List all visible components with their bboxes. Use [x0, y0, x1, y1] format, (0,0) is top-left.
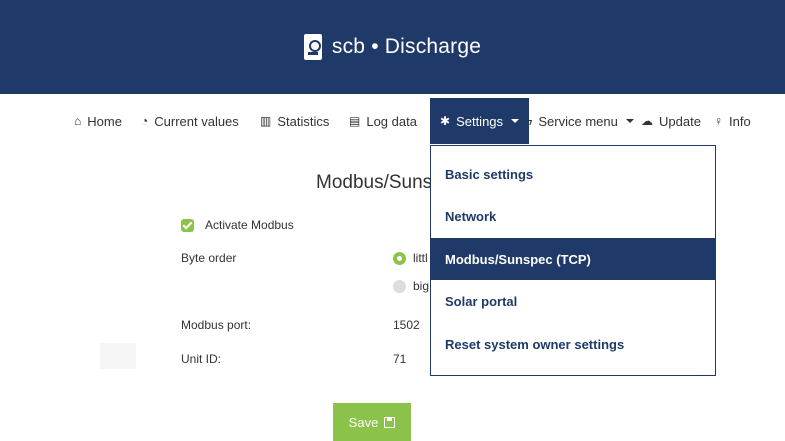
nav-log-data-label: Log data	[366, 113, 417, 129]
unit-id-value[interactable]: 71	[393, 352, 406, 366]
chevron-down-icon	[625, 119, 634, 123]
modbus-port-value[interactable]: 1502	[393, 318, 420, 332]
byte-order-label: Byte order	[181, 251, 237, 265]
byte-order-little-label: littl	[413, 251, 428, 265]
nav-settings[interactable]: ✱ Settings	[430, 98, 530, 144]
nav-service-menu-label: Service menu	[538, 113, 618, 129]
save-button[interactable]: Save	[333, 403, 411, 441]
nav-home-label: Home	[87, 113, 122, 129]
header-title-wrap: scb • Discharge	[0, 0, 785, 94]
app-title: scb • Discharge	[331, 35, 482, 58]
nav-update[interactable]: ☁ Update	[641, 98, 701, 144]
byte-order-big-radio[interactable]	[393, 280, 406, 293]
settings-dropdown-menu: Basic settings Network Modbus/Sunspec (T…	[430, 145, 716, 376]
nav-current-values[interactable]: ◔ Current values	[141, 98, 239, 144]
nav-info[interactable]: ♀ Info	[714, 98, 751, 144]
chevron-down-icon	[511, 119, 520, 123]
nav-statistics[interactable]: ▥ Statistics	[260, 98, 329, 144]
unit-id-label: Unit ID:	[181, 352, 222, 366]
app-header: scb • Discharge	[0, 0, 785, 94]
nav-home[interactable]: ⌂ Home	[74, 98, 122, 144]
page-title: Modbus/Suns	[316, 172, 433, 193]
activate-modbus-checkbox[interactable]	[181, 219, 194, 232]
menu-item-solar-portal[interactable]: Solar portal	[431, 280, 715, 322]
document-icon: ▤	[349, 114, 361, 128]
byte-order-little-radio[interactable]	[393, 252, 406, 265]
save-button-label: Save	[348, 414, 379, 430]
modbus-port-label: Modbus port:	[181, 318, 252, 332]
menu-item-network[interactable]: Network	[431, 195, 715, 237]
nav-update-label: Update	[659, 113, 701, 129]
activate-modbus-label: Activate Modbus	[205, 218, 294, 232]
nav-current-values-label: Current values	[154, 113, 239, 129]
bar-chart-icon: ▥	[260, 114, 272, 128]
dashboard-icon: ◔	[141, 114, 149, 128]
cloud-upload-icon: ☁	[641, 114, 653, 128]
menu-item-basic-settings[interactable]: Basic settings	[431, 153, 715, 195]
device-icon	[303, 34, 322, 60]
nav-log-data[interactable]: ▤ Log data	[349, 98, 417, 144]
lightbulb-icon: ♀	[714, 114, 723, 128]
bolt-icon: ϟ	[526, 114, 533, 128]
menu-item-reset-owner-settings[interactable]: Reset system owner settings	[431, 323, 715, 365]
floppy-disk-icon	[384, 416, 396, 428]
placeholder-box	[100, 343, 136, 369]
menu-item-modbus-sunspec[interactable]: Modbus/Sunspec (TCP)	[431, 238, 715, 280]
nav-settings-label: Settings	[456, 113, 504, 129]
nav-info-label: Info	[729, 113, 751, 129]
gear-icon: ✱	[440, 114, 451, 128]
nav-statistics-label: Statistics	[277, 113, 330, 129]
home-icon: ⌂	[74, 114, 82, 128]
nav-service-menu[interactable]: ϟ Service menu	[526, 98, 634, 144]
byte-order-big-label: big	[413, 279, 430, 293]
main-nav: ⌂ Home ◔ Current values ▥ Statistics ▤ L…	[0, 98, 785, 144]
